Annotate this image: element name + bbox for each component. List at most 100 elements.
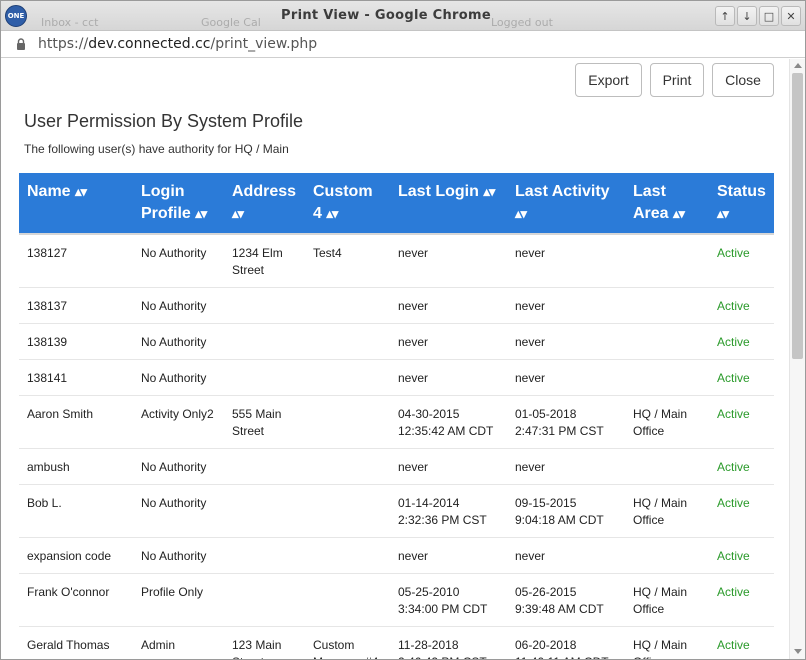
cell-address-line: 555 Main bbox=[232, 407, 282, 421]
sort-arrows-icon[interactable]: ▴▾ bbox=[515, 206, 527, 221]
cell-status: Active bbox=[709, 626, 774, 659]
cell-last-login-line: 04-30-2015 bbox=[398, 407, 460, 421]
cell-last-area: HQ / Main Office bbox=[625, 573, 709, 627]
down-arrow-icon[interactable]: ↓ bbox=[737, 6, 757, 26]
cell-address bbox=[224, 537, 305, 574]
close-button[interactable]: Close bbox=[712, 63, 774, 97]
cell-last-activity-line: never bbox=[515, 371, 546, 385]
cell-last-activity: never bbox=[507, 233, 625, 288]
cell-last-activity: 01-05-2018 2:47:31 PM CST bbox=[507, 395, 625, 449]
sort-arrows-icon[interactable]: ▴▾ bbox=[195, 206, 207, 221]
cell-custom-4: Test4 bbox=[305, 233, 390, 288]
cell-last-login-line: 01-14-2014 bbox=[398, 496, 460, 510]
cell-login-profile: Admin bbox=[133, 626, 224, 659]
report-subtitle: The following user(s) have authority for… bbox=[24, 142, 289, 156]
column-header-label: 4 bbox=[313, 205, 322, 222]
cell-last-area bbox=[625, 448, 709, 485]
cell-last-activity-line: 09-15-2015 bbox=[515, 496, 577, 510]
sort-arrows-icon[interactable]: ▴▾ bbox=[326, 206, 338, 221]
cell-login-profile: No Authority bbox=[133, 323, 224, 360]
column-header-label: Address bbox=[232, 183, 297, 200]
cell-last-login: never bbox=[390, 287, 507, 324]
cell-last-activity-line: 2:47:31 PM CST bbox=[515, 424, 604, 438]
cell-last-activity: 05-26-2015 9:39:48 AM CDT bbox=[507, 573, 625, 627]
print-button[interactable]: Print bbox=[650, 63, 704, 97]
cell-address-line: Street bbox=[232, 424, 265, 438]
address-bar[interactable]: https://dev.connected.cc/print_view.php bbox=[1, 32, 805, 58]
cell-custom-4 bbox=[305, 323, 390, 360]
cell-custom-4 bbox=[305, 573, 390, 627]
export-button[interactable]: Export bbox=[575, 63, 642, 97]
scroll-thumb[interactable] bbox=[792, 73, 803, 359]
table-row: Gerald ThomasAdmin 123 Main Streets Custom M… bbox=[19, 626, 774, 659]
cell-last-login-line: 2:46:42 PM CST bbox=[398, 655, 487, 659]
column-header[interactable]: Status ▴▾ bbox=[709, 173, 774, 234]
cell-address-line: Street bbox=[232, 263, 265, 277]
cell-last-area-line: HQ / Main bbox=[633, 638, 688, 652]
cell-last-login-line: 11-28-2018 bbox=[398, 638, 459, 652]
cell-address: 123 Main Streets bbox=[224, 626, 305, 659]
cell-status: Active bbox=[709, 537, 774, 574]
cell-status: Active bbox=[709, 448, 774, 485]
cell-status: Active bbox=[709, 573, 774, 627]
sort-arrows-icon[interactable]: ▴▾ bbox=[232, 206, 244, 221]
table-row: 138141 No Authority never never Active bbox=[19, 359, 774, 396]
cell-last-activity-line: 05-26-2015 bbox=[515, 585, 577, 599]
up-arrow-icon[interactable]: ↑ bbox=[715, 6, 735, 26]
sort-arrows-icon[interactable]: ▴▾ bbox=[483, 184, 495, 199]
cell-last-activity-line: 11:40:11 AM CDT bbox=[515, 655, 609, 659]
column-header-label: Area bbox=[633, 205, 669, 222]
cell-last-area-line: HQ / Main bbox=[633, 407, 688, 421]
cell-address bbox=[224, 359, 305, 396]
column-header-label: Custom bbox=[313, 183, 373, 200]
cell-last-login-line: 3:34:00 PM CDT bbox=[398, 602, 488, 616]
table-row: 138137 No Authority never never Active bbox=[19, 287, 774, 324]
url-host: dev.connected.cc bbox=[88, 36, 211, 52]
column-header[interactable]: Address ▴▾ bbox=[224, 173, 305, 234]
cell-custom-4: Custom Message #4 bbox=[305, 626, 390, 659]
column-header[interactable]: Last Activity ▴▾ bbox=[507, 173, 625, 234]
cell-last-area-line: Office bbox=[633, 513, 665, 527]
column-header[interactable]: Custom 4 ▴▾ bbox=[305, 173, 390, 234]
cell-last-activity: 09-15-2015 9:04:18 AM CDT bbox=[507, 484, 625, 538]
cell-last-activity-line: never bbox=[515, 549, 546, 563]
browser-window: ONE Inbox - cct Google Cal Logged out Pr… bbox=[0, 0, 806, 660]
cell-address-line: 1234 Elm bbox=[232, 246, 283, 260]
sort-arrows-icon[interactable]: ▴▾ bbox=[717, 206, 729, 221]
cell-last-login-line: 12:35:42 AM CDT bbox=[398, 424, 494, 438]
cell-custom-4-line: Message #4 bbox=[313, 655, 378, 659]
cell-last-area bbox=[625, 323, 709, 360]
cell-last-login: never bbox=[390, 537, 507, 574]
table-row: 138127 No Authority 1234 Elm Street Test4 nev… bbox=[19, 233, 774, 288]
column-header[interactable]: Login Profile ▴▾ bbox=[133, 173, 224, 234]
cell-last-activity: never bbox=[507, 287, 625, 324]
cell-last-login: 04-30-2015 12:35:42 AM CDT bbox=[390, 395, 507, 449]
cell-address bbox=[224, 287, 305, 324]
vertical-scrollbar[interactable] bbox=[789, 59, 805, 659]
scroll-up-arrow-icon[interactable] bbox=[794, 63, 802, 68]
table-body: 138127 No Authority 1234 Elm Street Test4 nev… bbox=[19, 233, 774, 659]
column-header-label: Name bbox=[27, 183, 71, 200]
cell-status: Active bbox=[709, 359, 774, 396]
cell-last-activity-line: 06-20-2018 bbox=[515, 638, 577, 652]
close-icon[interactable]: ✕ bbox=[781, 6, 801, 26]
cell-login-profile: No Authority bbox=[133, 233, 224, 288]
scroll-down-arrow-icon[interactable] bbox=[794, 649, 802, 654]
url-text[interactable]: https://dev.connected.cc/print_view.php bbox=[38, 36, 317, 52]
cell-last-activity-line: 9:04:18 AM CDT bbox=[515, 513, 604, 527]
cell-last-login: 11-28-2018 2:46:42 PM CST bbox=[390, 626, 507, 659]
cell-custom-4 bbox=[305, 395, 390, 449]
column-header[interactable]: Name ▴▾ bbox=[19, 173, 133, 234]
cell-login-profile: No Authority bbox=[133, 448, 224, 485]
cell-last-login-line: never bbox=[398, 299, 429, 313]
column-header-label: Login bbox=[141, 183, 185, 200]
cell-login-profile: Activity Only2 bbox=[133, 395, 224, 449]
minimize-icon[interactable]: □ bbox=[759, 6, 779, 26]
lock-icon bbox=[17, 38, 25, 50]
cell-name: expansion code bbox=[19, 537, 133, 574]
column-header[interactable]: Last Login ▴▾ bbox=[390, 173, 507, 234]
cell-name: 138141 bbox=[19, 359, 133, 396]
sort-arrows-icon[interactable]: ▴▾ bbox=[75, 184, 87, 199]
column-header[interactable]: Last Area ▴▾ bbox=[625, 173, 709, 234]
sort-arrows-icon[interactable]: ▴▾ bbox=[673, 206, 685, 221]
